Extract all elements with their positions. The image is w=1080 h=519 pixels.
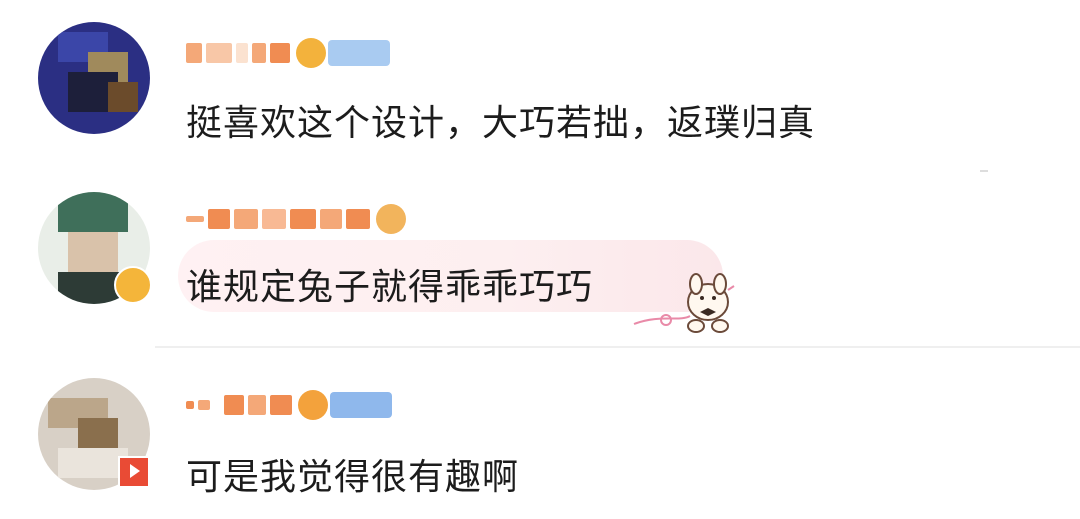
username[interactable] — [186, 204, 406, 234]
username[interactable] — [186, 390, 392, 420]
level-badge-icon — [328, 40, 390, 66]
comment-text: 谁规定兔子就得乖乖巧巧 — [186, 267, 594, 308]
level-badge-icon — [330, 392, 392, 418]
comment-item: 挺喜欢这个设计，大巧若拙，返璞归真 — [0, 0, 1080, 172]
video-badge-icon — [118, 456, 150, 488]
comment-item: 可是我觉得很有趣啊 — [0, 348, 1080, 519]
crown-icon — [296, 38, 326, 68]
comment-item: 谁规定兔子就得乖乖巧巧 — [0, 170, 1080, 345]
vip-badge-icon — [114, 266, 152, 304]
crown-icon — [298, 390, 328, 420]
avatar[interactable] — [38, 22, 150, 134]
comment-text: 挺喜欢这个设计，大巧若拙，返璞归真 — [186, 103, 816, 144]
username-blurred — [186, 394, 292, 416]
username-blurred — [186, 208, 370, 230]
crown-icon — [376, 204, 406, 234]
bunny-sticker-icon — [630, 268, 740, 334]
comment-text: 可是我觉得很有趣啊 — [186, 457, 520, 498]
username[interactable] — [186, 38, 390, 68]
username-blurred — [186, 42, 290, 64]
